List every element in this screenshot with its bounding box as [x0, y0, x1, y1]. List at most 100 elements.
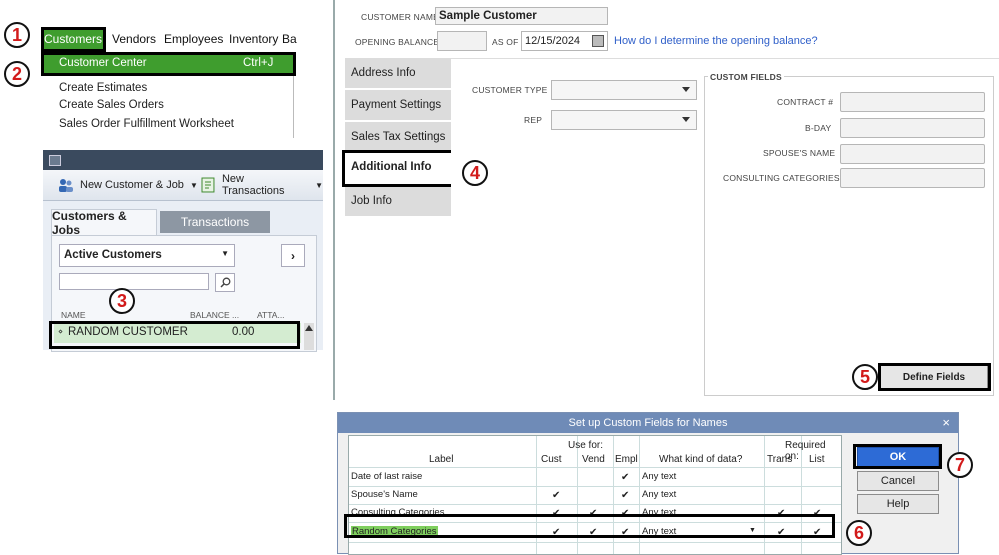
chevron-down-icon — [682, 87, 690, 92]
callout-3: 3 — [109, 288, 135, 314]
customer-center-toolbar: New Customer & Job ▼ New Transactions ▼ — [43, 170, 323, 201]
rep-label: REP — [524, 115, 543, 125]
header-kind: What kind of data? — [659, 454, 743, 465]
menu-inventory-label: Inventory — [229, 32, 279, 46]
chevron-down-icon: ▼ — [315, 180, 323, 190]
people-icon — [59, 179, 73, 192]
opening-balance-label: OPENING BALANCE — [355, 37, 440, 47]
new-transactions-button[interactable]: New Transactions ▼ — [201, 173, 323, 197]
spouse-name-label: SPOUSE'S NAME — [763, 148, 836, 158]
callout-6: 6 — [846, 520, 872, 546]
menu-employees[interactable]: Employees — [164, 32, 223, 46]
menu-ba[interactable]: Ba — [282, 32, 297, 46]
highlight-customers-menu — [41, 27, 106, 52]
as-of-date-field[interactable]: 12/15/2024 — [521, 31, 608, 51]
opening-balance-field[interactable] — [437, 31, 487, 51]
header-trans: Trans — [767, 454, 793, 465]
menu-inventory[interactable]: Inventory — [229, 32, 278, 46]
customer-name-field[interactable]: Sample Customer — [435, 7, 608, 25]
consulting-categories-field[interactable] — [840, 168, 985, 188]
highlight-random-categories-row — [344, 514, 835, 538]
tab-transactions-label: Transactions — [180, 215, 250, 229]
header-list: List — [809, 454, 825, 465]
tab-job-info[interactable]: Job Info — [345, 186, 451, 216]
menu-vendors[interactable]: Vendors — [112, 32, 156, 46]
menu-sales-order-worksheet[interactable]: Sales Order Fulfillment Worksheet — [59, 118, 234, 130]
panel-divider — [333, 0, 335, 400]
row-cust[interactable]: ✔ — [552, 490, 560, 501]
tab-address-info-label: Address Info — [351, 67, 416, 79]
close-icon[interactable]: × — [942, 415, 950, 430]
menu-create-sales-orders[interactable]: Create Sales Orders — [59, 99, 164, 111]
tab-sales-tax-settings[interactable]: Sales Tax Settings — [345, 122, 451, 152]
search-icon — [219, 277, 230, 288]
cancel-label: Cancel — [880, 475, 916, 487]
help-button[interactable]: Help — [857, 494, 939, 514]
menu-create-estimates[interactable]: Create Estimates — [59, 82, 147, 94]
tab-sales-tax-settings-label: Sales Tax Settings — [351, 131, 446, 143]
row-label: Spouse's Name — [351, 489, 418, 500]
highlight-define-fields — [878, 363, 991, 391]
header-label: Label — [429, 454, 454, 465]
col-attach[interactable]: ATTA... — [257, 310, 285, 320]
new-transactions-label: New Transactions — [221, 173, 285, 197]
menu-employees-label: Employees — [164, 32, 224, 46]
contract-label: CONTRACT # — [777, 97, 834, 107]
tab-customers-jobs-label: Customers & Jobs — [52, 209, 127, 237]
scroll-up-icon[interactable] — [305, 325, 313, 331]
customer-type-select[interactable] — [551, 80, 697, 100]
tab-payment-settings-label: Payment Settings — [351, 99, 442, 111]
highlight-additional-info — [342, 150, 455, 187]
new-customer-job-label: New Customer & Job — [80, 179, 184, 191]
row-kind: Any text — [642, 471, 677, 482]
custom-fields-title: CUSTOM FIELDS — [708, 72, 784, 82]
col-name[interactable]: NAME — [61, 310, 86, 320]
bday-field[interactable] — [840, 118, 985, 138]
customer-search-input[interactable] — [59, 273, 209, 290]
callout-1: 1 — [4, 22, 30, 48]
tab-address-info[interactable]: Address Info — [345, 58, 451, 88]
highlight-ok-button — [853, 444, 942, 469]
field-row[interactable]: Spouse's Name ✔ ✔ Any text — [349, 486, 841, 505]
search-button[interactable] — [215, 273, 235, 292]
opening-balance-help-link[interactable]: How do I determine the opening balance? — [614, 35, 818, 47]
window-menu-icon[interactable] — [49, 155, 61, 166]
bday-label: B-DAY — [805, 123, 832, 133]
callout-2: 2 — [4, 61, 30, 87]
callout-7: 7 — [947, 452, 973, 478]
tab-payment-settings[interactable]: Payment Settings — [345, 90, 451, 120]
header-cust: Cust — [541, 454, 562, 465]
callout-5: 5 — [852, 364, 878, 390]
new-customer-job-button[interactable]: New Customer & Job ▼ — [57, 176, 198, 194]
highlight-customer-center — [41, 52, 296, 76]
tab-customers-jobs[interactable]: Customers & Jobs — [51, 209, 157, 237]
list-scrollbar[interactable] — [304, 323, 314, 350]
active-customers-select[interactable]: Active Customers ▼ — [59, 244, 235, 267]
cancel-button[interactable]: Cancel — [857, 471, 939, 491]
tab-job-info-label: Job Info — [351, 195, 392, 207]
menu-ba-label: Ba — [282, 32, 297, 46]
row-empl[interactable]: ✔ — [621, 490, 629, 501]
callout-4: 4 — [462, 160, 488, 186]
dialog-titlebar: Set up Custom Fields for Names × — [338, 413, 958, 433]
row-empl[interactable]: ✔ — [621, 472, 629, 483]
consulting-categories-label: CONSULTING CATEGORIES — [723, 173, 840, 183]
customer-name-label: CUSTOMER NAME — [361, 12, 440, 22]
menu-vendors-label: Vendors — [112, 32, 157, 46]
active-customers-value: Active Customers — [64, 249, 162, 261]
dialog-title: Set up Custom Fields for Names — [568, 417, 728, 429]
help-label: Help — [886, 498, 910, 510]
expand-arrow-button[interactable]: › — [281, 244, 305, 267]
header-empl: Empl — [615, 454, 638, 465]
customer-type-label: CUSTOMER TYPE — [472, 85, 548, 95]
spouse-name-field[interactable] — [840, 144, 985, 164]
tab-transactions[interactable]: Transactions — [160, 211, 270, 233]
field-row[interactable]: Date of last raise ✔ Any text — [349, 467, 841, 487]
rep-select[interactable] — [551, 110, 697, 130]
customer-name-value: Sample Customer — [439, 10, 537, 22]
col-balance[interactable]: BALANCE ... — [190, 310, 239, 320]
contract-field[interactable] — [840, 92, 985, 112]
as-of-date-value: 12/15/2024 — [525, 35, 581, 47]
chevron-down-icon — [682, 117, 690, 122]
calendar-icon[interactable] — [592, 35, 604, 47]
